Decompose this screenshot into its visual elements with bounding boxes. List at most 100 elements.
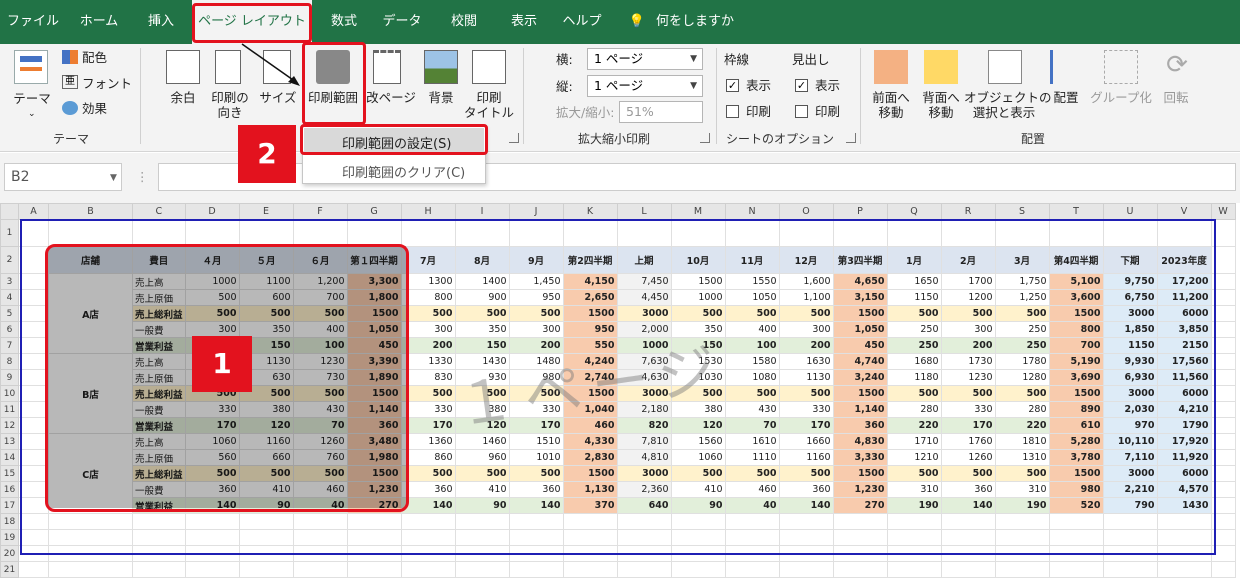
cell[interactable]: 500 [940,305,996,322]
cell[interactable]: 3000 [1102,465,1158,482]
cell[interactable] [1048,513,1104,530]
cell[interactable] [994,561,1050,578]
cell[interactable]: 500 [778,465,834,482]
cell[interactable]: 140 [940,497,996,514]
cell[interactable] [18,353,49,370]
cell[interactable] [1210,529,1236,546]
cell[interactable]: 1810 [994,433,1050,450]
cell[interactable]: 1,130 [562,481,618,498]
column-header[interactable]: Q [886,203,942,220]
colors-button[interactable]: 配色 [82,50,107,65]
cell[interactable]: 売上総利益 [132,465,186,482]
cell[interactable]: B店 [48,353,133,434]
cell[interactable] [508,513,564,530]
cell[interactable] [1210,321,1236,338]
cell[interactable]: 640 [616,497,672,514]
cell[interactable] [616,513,672,530]
cell[interactable]: 1660 [778,433,834,450]
cell[interactable]: 330 [184,401,240,418]
cell[interactable]: 3,150 [832,289,888,306]
row-header[interactable]: 18 [0,513,19,530]
cell[interactable] [1210,433,1236,450]
cell[interactable]: 190 [886,497,942,514]
cell[interactable]: 1560 [670,433,726,450]
cell[interactable]: 820 [616,417,672,434]
cell[interactable] [292,561,348,578]
cell[interactable] [1210,449,1236,466]
cell[interactable]: 500 [292,305,348,322]
cell[interactable]: 120 [454,417,510,434]
cell[interactable]: 300 [778,321,834,338]
cell[interactable]: 500 [994,305,1050,322]
cell[interactable]: 360 [346,417,402,434]
cell[interactable]: 1500 [562,465,618,482]
themes-button[interactable]: テーマ [10,91,54,106]
cell[interactable]: 1780 [994,353,1050,370]
cell[interactable] [238,545,294,562]
cell[interactable]: 1430 [454,353,510,370]
cell[interactable]: 3,240 [832,369,888,386]
cell[interactable] [18,369,49,386]
rotate-button[interactable]: 回転 [1156,90,1196,105]
cell[interactable]: 1月 [886,246,942,274]
cell[interactable]: 330 [508,401,564,418]
cell[interactable]: 330 [940,401,996,418]
cell[interactable]: 10,110 [1102,433,1158,450]
cell[interactable]: 営業利益 [132,497,186,514]
cell[interactable]: 500 [994,385,1050,402]
column-header[interactable]: R [940,203,996,220]
cell[interactable]: 200 [940,337,996,354]
column-header[interactable]: S [994,203,1050,220]
cell[interactable]: 90 [670,497,726,514]
cell[interactable]: 1,230 [832,481,888,498]
clear-print-area-item[interactable]: 印刷範囲のクリア(C) [304,157,484,184]
cell[interactable] [778,529,834,546]
cell[interactable]: 140 [184,497,240,514]
cell[interactable]: 第3四半期 [832,246,888,274]
cell[interactable] [184,545,240,562]
cell[interactable]: 6000 [1156,385,1212,402]
cell[interactable] [184,561,240,578]
cell[interactable]: 下期 [1102,246,1158,274]
cell[interactable]: 430 [724,401,780,418]
cell[interactable]: 90 [454,497,510,514]
column-header[interactable]: I [454,203,510,220]
cell[interactable] [886,561,942,578]
cell[interactable] [886,513,942,530]
cell[interactable]: 1000 [184,273,240,290]
cell[interactable] [1210,417,1236,434]
cell[interactable]: 1030 [670,369,726,386]
cell[interactable]: 1230 [292,353,348,370]
cell[interactable] [18,385,49,402]
cell[interactable]: 960 [454,449,510,466]
cell[interactable]: 970 [1102,417,1158,434]
cell[interactable] [670,513,726,530]
row-header[interactable]: 12 [0,417,19,434]
cell[interactable] [346,529,402,546]
cell[interactable]: 11,200 [1156,289,1212,306]
cell[interactable]: 500 [238,465,294,482]
cell[interactable]: A店 [48,273,133,354]
cell[interactable] [778,545,834,562]
cell[interactable]: 2,180 [616,401,672,418]
cell[interactable] [454,529,510,546]
cell[interactable]: 400 [292,321,348,338]
cell[interactable] [132,561,186,578]
column-header[interactable]: F [292,203,348,220]
cell[interactable]: 310 [994,481,1050,498]
cell[interactable]: 7,630 [616,353,672,370]
cell[interactable]: 500 [886,385,942,402]
cell[interactable]: 1,800 [346,289,402,306]
cell[interactable]: 500 [724,305,780,322]
cell[interactable]: 760 [292,449,348,466]
cell[interactable]: 4,830 [832,433,888,450]
cell[interactable] [1102,545,1158,562]
cell[interactable]: 1500 [346,465,402,482]
cell[interactable]: 4,650 [832,273,888,290]
cell[interactable]: 790 [1102,497,1158,514]
cell[interactable]: 250 [994,321,1050,338]
cell[interactable] [562,561,618,578]
name-box-dropdown-icon[interactable]: ▼ [110,171,117,186]
cell[interactable]: 500 [292,385,348,402]
column-header[interactable]: V [1156,203,1212,220]
